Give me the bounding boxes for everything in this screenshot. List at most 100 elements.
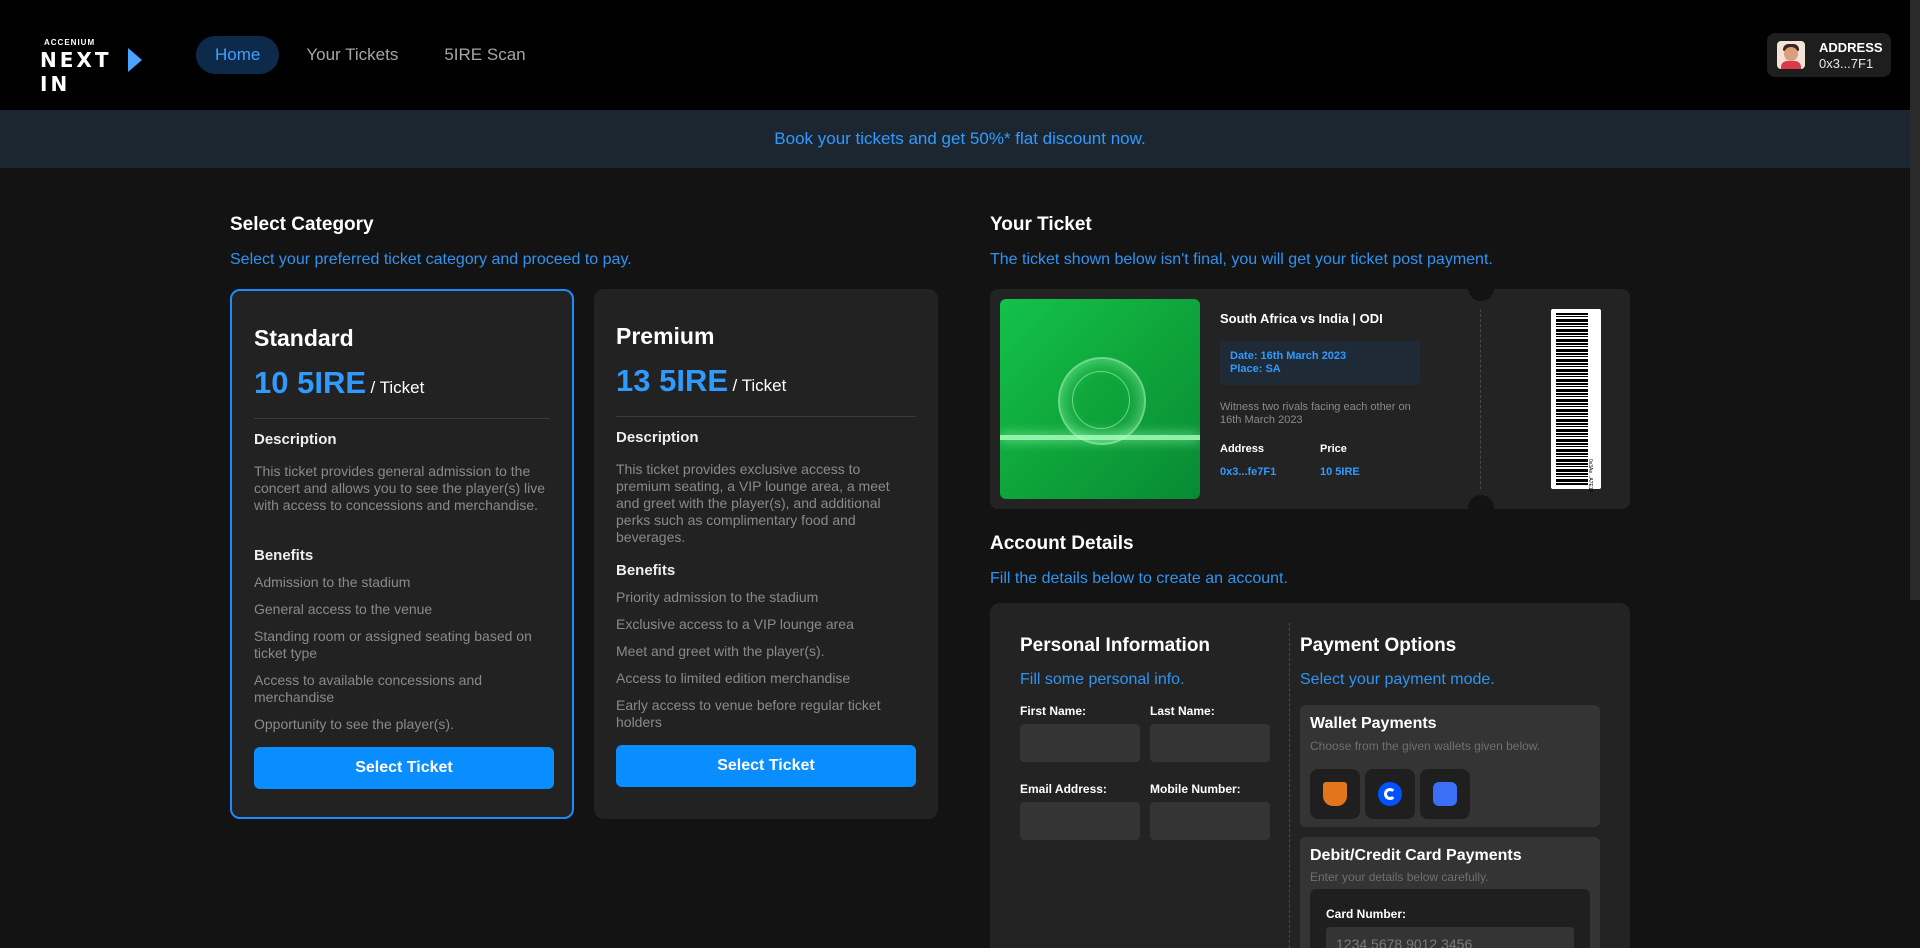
logo-arrow-icon: [128, 48, 142, 72]
discount-banner: Book your tickets and get 50%* flat disc…: [0, 110, 1920, 168]
benefit-item: Standing room or assigned seating based …: [254, 628, 532, 661]
card-number-label: Card Number:: [1326, 907, 1407, 921]
card-name: Premium: [616, 323, 715, 349]
price-unit: / Ticket: [732, 376, 787, 395]
email-label: Email Address:: [1020, 782, 1107, 796]
address-value: 0x3...7F1: [1819, 56, 1874, 71]
mobile-label: Mobile Number:: [1150, 782, 1241, 796]
premium-ticket-card[interactable]: Premium 13 5IRE / Ticket Description Thi…: [594, 289, 938, 819]
benefit-item: Exclusive access to a VIP lounge area: [616, 616, 854, 632]
scrollbar[interactable]: [1910, 0, 1920, 600]
ticket-place: Place: SA: [1230, 363, 1281, 375]
ticket-preview: South Africa vs India | ODI Date: 16th M…: [990, 275, 1630, 521]
ticket-address-value: 0x3...fe7F1: [1220, 466, 1277, 478]
wallet-payments-title: Wallet Payments: [1310, 715, 1437, 732]
description-heading: Description: [254, 431, 337, 448]
email-field[interactable]: [1020, 802, 1140, 840]
column-divider: [1289, 623, 1290, 948]
nextin-logo[interactable]: ACCENIUM NEXT IN: [40, 38, 150, 96]
card-number-field[interactable]: [1326, 927, 1574, 948]
benefit-item: Opportunity to see the player(s).: [254, 716, 454, 732]
ticket-date-place-box: Date: 16th March 2023 Place: SA: [1220, 341, 1420, 385]
card-details-form: Card Number:: [1310, 889, 1590, 948]
description-heading: Description: [616, 429, 699, 446]
metamask-glyph: [1323, 782, 1347, 806]
mobile-field[interactable]: [1150, 802, 1270, 840]
ticket-image: [1000, 299, 1200, 499]
standard-ticket-card[interactable]: Standard 10 5IRE / Ticket Description Th…: [230, 289, 574, 819]
select-premium-ticket-button[interactable]: Select Ticket: [616, 745, 916, 787]
ticket-address-label: Address: [1220, 443, 1265, 455]
ticket-description: Witness two rivals facing each other on …: [1220, 401, 1411, 426]
wallet-address-button[interactable]: ADDRESS 0x3...7F1: [1767, 33, 1891, 77]
main-nav: Home Your Tickets 5IRE Scan: [196, 36, 545, 74]
nav-your-tickets[interactable]: Your Tickets: [287, 36, 417, 74]
benefits-heading: Benefits: [616, 562, 676, 579]
logo-brand-small: ACCENIUM: [44, 38, 96, 47]
nav-home[interactable]: Home: [196, 36, 280, 74]
coinbase-glyph: [1378, 782, 1402, 806]
personal-info-title: Personal Information: [1020, 635, 1211, 656]
benefit-item: Access to available concessions and merc…: [254, 672, 483, 705]
first-name-label: First Name:: [1020, 704, 1087, 718]
benefit-item: Admission to the stadium: [254, 574, 411, 590]
top-header: ACCENIUM NEXT IN Home Your Tickets 5IRE …: [0, 0, 1920, 110]
ticket-notch: [1468, 495, 1494, 521]
coinbase-icon[interactable]: [1365, 769, 1415, 819]
card-price: 10 5IRE / Ticket: [254, 365, 424, 401]
benefit-item: Access to limited edition merchandise: [616, 670, 851, 686]
account-details-subtitle: Fill the details below to create an acco…: [990, 570, 1288, 587]
card-payments-subtitle: Enter your details below carefully.: [1310, 870, 1489, 884]
walletconnect-glyph: [1433, 782, 1457, 806]
price-unit: / Ticket: [370, 378, 425, 397]
card-name: Standard: [254, 325, 354, 351]
trophy-emblem-inner: [1072, 371, 1130, 429]
benefit-item: Early access to venue before regular tic…: [616, 697, 881, 730]
glow-line: [1000, 435, 1200, 440]
ticket-price-label: Price: [1320, 443, 1347, 455]
barcode-icon: 0x3Ae...A7E1F: [1551, 309, 1601, 493]
wallet-payments-box: Wallet Payments Choose from the given wa…: [1300, 705, 1600, 827]
card-payments-box: Debit/Credit Card Payments Enter your de…: [1300, 837, 1600, 948]
payment-options-title: Payment Options: [1300, 635, 1457, 656]
ticket-perforation: [1480, 309, 1481, 489]
description-text: This ticket provides exclusive access to…: [616, 461, 890, 545]
select-category-subtitle: Select your preferred ticket category an…: [230, 251, 632, 268]
select-standard-ticket-button[interactable]: Select Ticket: [254, 747, 554, 789]
metamask-icon[interactable]: [1310, 769, 1360, 819]
last-name-field[interactable]: [1150, 724, 1270, 762]
first-name-field[interactable]: [1020, 724, 1140, 762]
last-name-label: Last Name:: [1150, 704, 1215, 718]
nav-5ire-scan[interactable]: 5IRE Scan: [425, 36, 544, 74]
barcode-bars: [1556, 313, 1588, 485]
your-ticket-title: Your Ticket: [990, 214, 1092, 235]
description-text: This ticket provides general admission t…: [254, 463, 546, 513]
ticket-match-title: South Africa vs India | ODI: [1220, 311, 1383, 326]
address-label: ADDRESS: [1819, 40, 1883, 55]
price-amount: 10 5IRE: [254, 365, 367, 400]
benefit-item: Meet and greet with the player(s).: [616, 643, 825, 659]
card-payments-title: Debit/Credit Card Payments: [1310, 847, 1522, 864]
benefit-item: Priority admission to the stadium: [616, 589, 819, 605]
divider: [616, 416, 916, 417]
barcode-text: 0x3Ae...A7E1F: [1587, 459, 1593, 493]
ticket-price-value: 10 5IRE: [1320, 466, 1360, 478]
avatar-shirt: [1781, 61, 1801, 69]
divider: [254, 418, 550, 419]
ticket-notch: [1468, 275, 1494, 301]
personal-info-subtitle: Fill some personal info.: [1020, 671, 1185, 688]
your-ticket-subtitle: The ticket shown below isn't final, you …: [990, 251, 1493, 268]
account-details-panel: Personal Information Fill some personal …: [990, 603, 1630, 948]
card-price: 13 5IRE / Ticket: [616, 363, 786, 399]
avatar: [1777, 41, 1805, 69]
wallet-payments-subtitle: Choose from the given wallets given belo…: [1310, 739, 1541, 753]
avatar-face: [1784, 47, 1798, 61]
select-category-title: Select Category: [230, 214, 374, 235]
walletconnect-icon[interactable]: [1420, 769, 1470, 819]
price-amount: 13 5IRE: [616, 363, 729, 398]
benefit-item: General access to the venue: [254, 601, 433, 617]
benefits-heading: Benefits: [254, 547, 314, 564]
benefits-list: Admission to the stadium General access …: [254, 574, 554, 743]
benefits-list: Priority admission to the stadium Exclus…: [616, 589, 916, 741]
payment-options-subtitle: Select your payment mode.: [1300, 671, 1495, 688]
